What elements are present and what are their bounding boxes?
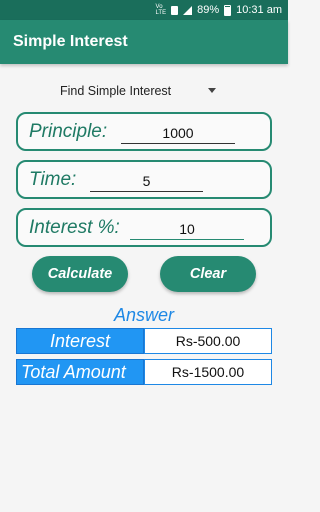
- app-bar: Simple Interest: [0, 20, 288, 64]
- clock: 10:31 am: [236, 4, 282, 16]
- interest-result-value: Rs-500.00: [144, 328, 272, 354]
- principle-label: Principle:: [29, 121, 108, 142]
- interest-rate-field: Interest %: 10: [16, 208, 272, 247]
- time-label: Time:: [29, 169, 77, 190]
- calculate-button[interactable]: Calculate: [32, 256, 128, 292]
- interest-rate-input[interactable]: 10: [130, 218, 244, 240]
- principle-field: Principle: 1000: [16, 112, 272, 151]
- signal-icon: [183, 5, 193, 15]
- battery-icon: [224, 4, 232, 16]
- result-row: Total Amount Rs-1500.00: [16, 359, 272, 385]
- principle-input[interactable]: 1000: [121, 122, 235, 144]
- sim-icon: [171, 5, 179, 15]
- status-bar: Vo LTE 89% 10:31 am: [0, 0, 288, 20]
- clear-button[interactable]: Clear: [160, 256, 256, 292]
- total-amount-label: Total Amount: [16, 359, 144, 385]
- volte-icon: Vo LTE: [155, 4, 167, 16]
- time-field: Time: 5: [16, 160, 272, 199]
- time-input[interactable]: 5: [90, 170, 203, 192]
- interest-result-label: Interest: [16, 328, 144, 354]
- answer-heading: Answer: [113, 305, 175, 325]
- battery-percent: 89%: [197, 4, 220, 16]
- dropdown-arrow-icon: [208, 88, 216, 93]
- mode-select[interactable]: Find Simple Interest: [60, 80, 220, 102]
- result-row: Interest Rs-500.00: [16, 328, 272, 354]
- mode-select-value: Find Simple Interest: [60, 84, 172, 98]
- app-title: Simple Interest: [13, 33, 128, 50]
- interest-rate-label: Interest %:: [29, 217, 120, 238]
- total-amount-value: Rs-1500.00: [144, 359, 272, 385]
